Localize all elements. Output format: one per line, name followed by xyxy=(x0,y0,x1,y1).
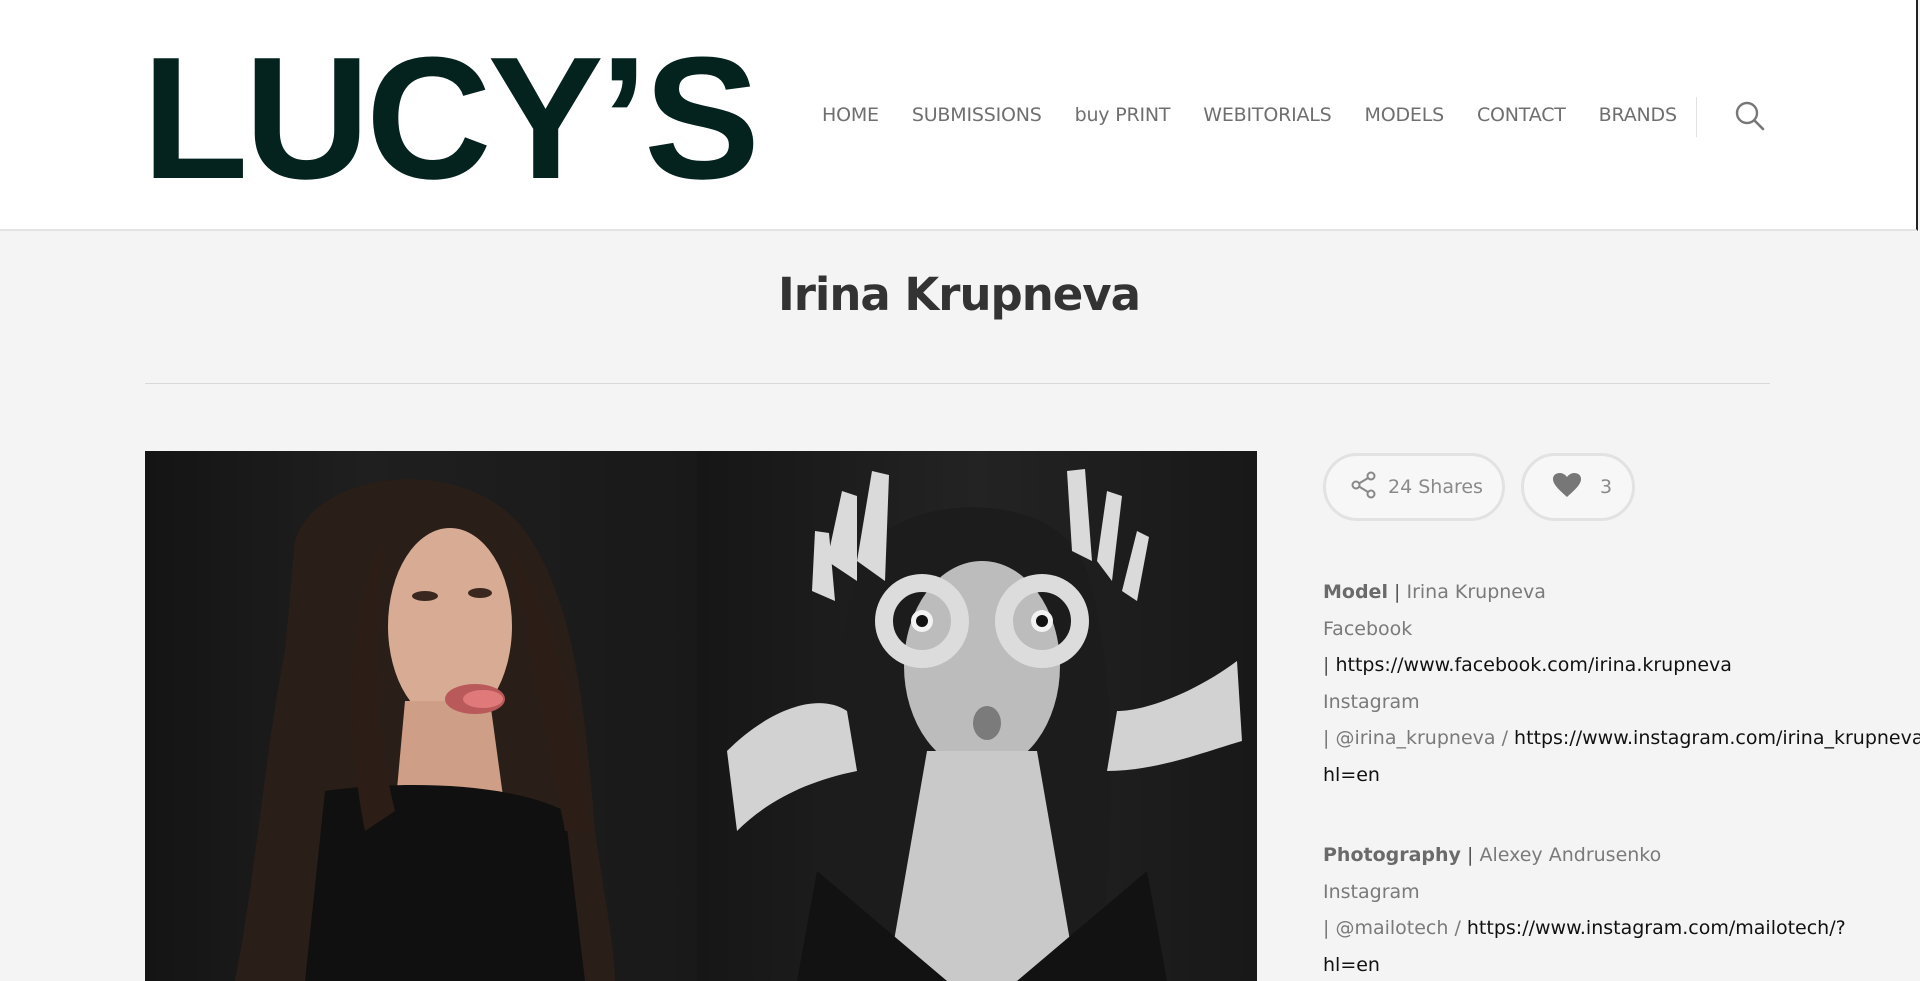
site-header: LUCY’S HOME SUBMISSIONS buy PRINT WEBITO… xyxy=(0,0,1918,231)
photo-instagram-handle: | @mailotech / xyxy=(1323,917,1461,939)
nav-item-webitorials[interactable]: WEBITORIALS xyxy=(1203,104,1331,126)
model-facebook-pipe: | xyxy=(1323,654,1330,676)
model-instagram-link-cont[interactable]: hl=en xyxy=(1323,757,1920,794)
photo-label: Photography xyxy=(1323,844,1461,866)
nav-item-contact[interactable]: CONTACT xyxy=(1477,104,1566,126)
share-button[interactable]: 24 Shares xyxy=(1323,453,1505,521)
nav-item-brands[interactable]: BRANDS xyxy=(1599,104,1677,126)
nav-item-home[interactable]: HOME xyxy=(822,104,879,126)
model-instagram-line: | @irina_krupneva / https://www.instagra… xyxy=(1323,720,1920,757)
title-divider xyxy=(145,383,1770,384)
photo-left-panel xyxy=(145,451,697,981)
photo-instagram-label: Instagram xyxy=(1323,880,1420,903)
model-facebook-link[interactable]: https://www.facebook.com/irina.krupneva xyxy=(1335,654,1731,676)
model-instagram-link[interactable]: https://www.instagram.com/irina_krupneva… xyxy=(1514,727,1920,749)
photographer-name: Alexey Andrusenko xyxy=(1479,844,1662,866)
photo-instagram-line: | @mailotech / https://www.instagram.com… xyxy=(1323,910,1920,947)
photo-separator: | xyxy=(1467,844,1474,866)
share-count-label: 24 Shares xyxy=(1388,476,1483,498)
credits-block: Model | Irina Krupneva Facebook | https:… xyxy=(1323,574,1920,981)
heart-icon xyxy=(1552,472,1582,503)
model-label: Model xyxy=(1323,581,1388,603)
model-instagram-label: Instagram xyxy=(1323,690,1420,713)
nav-divider xyxy=(1696,97,1697,137)
like-button[interactable]: 3 xyxy=(1521,453,1635,521)
main-nav: HOME SUBMISSIONS buy PRINT WEBITORIALS M… xyxy=(822,104,1710,126)
nav-item-models[interactable]: MODELS xyxy=(1365,104,1445,126)
search-icon[interactable] xyxy=(1734,100,1766,132)
credit-photo-line: Photography | Alexey Andrusenko xyxy=(1323,837,1920,874)
model-separator: | xyxy=(1394,581,1401,603)
nav-item-buy-print[interactable]: buy PRINT xyxy=(1075,104,1171,126)
share-icon xyxy=(1350,471,1378,504)
nav-item-submissions[interactable]: SUBMISSIONS xyxy=(912,104,1042,126)
like-count-label: 3 xyxy=(1600,476,1613,498)
page-title: Irina Krupneva xyxy=(778,268,1141,321)
credits-spacer xyxy=(1323,793,1920,837)
photo-right-panel xyxy=(697,451,1257,981)
feature-photo xyxy=(145,451,1257,981)
photo-instagram-link-cont[interactable]: hl=en xyxy=(1323,947,1920,981)
model-facebook-label: Facebook xyxy=(1323,617,1413,640)
site-logo[interactable]: LUCY’S xyxy=(142,18,760,218)
model-instagram-handle: | @irina_krupneva / xyxy=(1323,727,1508,749)
photo-instagram-link[interactable]: https://www.instagram.com/mailotech/? xyxy=(1467,917,1846,939)
model-name: Irina Krupneva xyxy=(1406,581,1546,603)
model-facebook-line: | https://www.facebook.com/irina.krupnev… xyxy=(1323,647,1920,684)
credit-model-line: Model | Irina Krupneva xyxy=(1323,574,1920,611)
